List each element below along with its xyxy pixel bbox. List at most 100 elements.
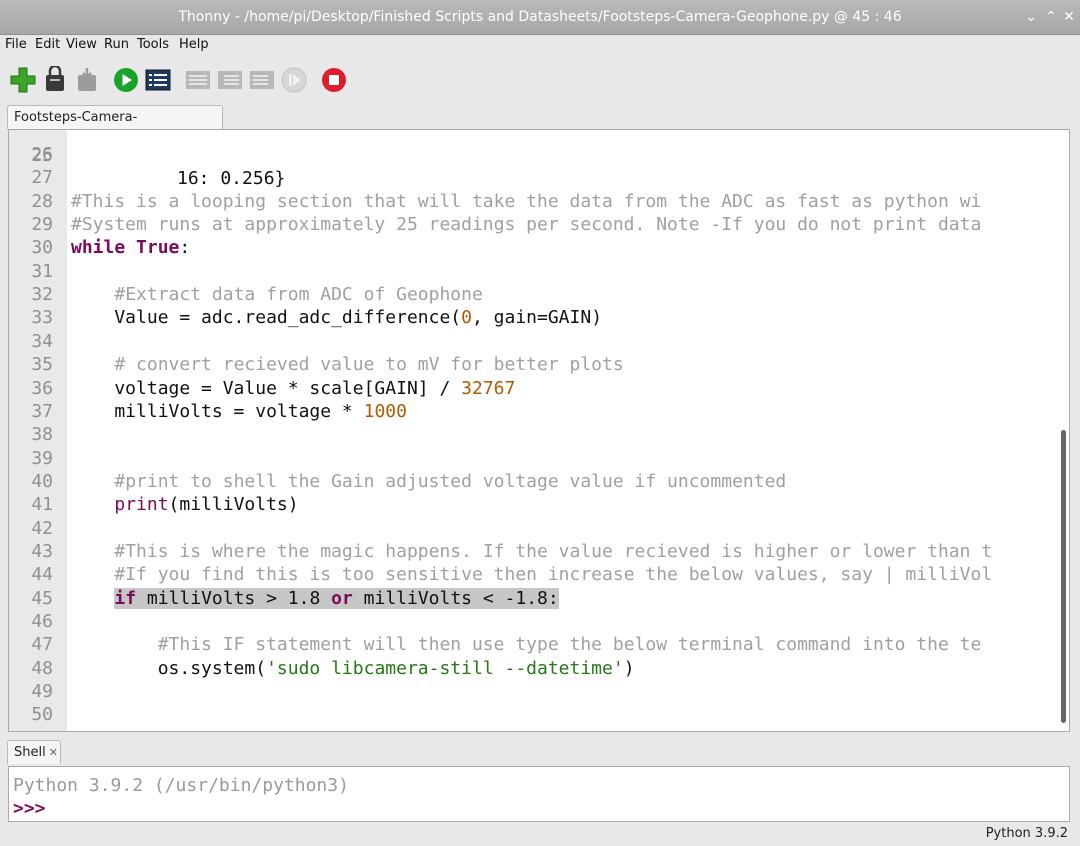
close-shell-tab-icon[interactable]: ✕ — [49, 746, 58, 759]
tab-editor-file[interactable]: Footsteps-Camera-Geophone.py✕ — [7, 105, 223, 149]
code-token: milliVolts < -1.8: — [352, 587, 559, 609]
minimize-icon[interactable]: ⌄ — [1020, 0, 1042, 34]
line-number: 42 — [31, 517, 53, 539]
title-bar: Thonny - /home/pi/Desktop/Finished Scrip… — [0, 0, 1080, 35]
line-code: 16: 0.256} — [177, 168, 286, 189]
line-code: if milliVolts > 1.8 or milliVolts < -1.8… — [71, 587, 559, 610]
step-out-icon[interactable] — [248, 66, 276, 94]
shell-banner: Python 3.9.2 (/usr/bin/python3) — [13, 775, 349, 796]
interpreter-indicator[interactable]: Python 3.9.2 — [986, 826, 1068, 841]
line-number: 45 — [31, 587, 53, 609]
menu-file[interactable]: File — [5, 36, 27, 54]
line-number: 30 — [31, 237, 53, 259]
line-number: 34 — [31, 330, 53, 352]
new-icon[interactable] — [9, 66, 37, 94]
code-token: milliVolts = voltage * — [71, 400, 364, 422]
line-code: #This IF statement will then use type th… — [71, 633, 982, 656]
code-token: 'sudo libcamera-still --datetime' — [266, 657, 624, 679]
shell-scrollbar[interactable] — [1059, 769, 1067, 819]
code-token: #print to shell the Gain adjusted voltag… — [114, 470, 787, 492]
shell-tab-label: Shell — [14, 745, 46, 760]
shell-prompt: >>> — [13, 798, 46, 819]
code-token: os.system( — [71, 657, 267, 679]
line-code: #System runs at approximately 25 reading… — [71, 213, 981, 236]
line-number: 36 — [31, 377, 53, 399]
line-number: 40 — [31, 470, 53, 492]
close-window-icon[interactable]: ✕ — [1058, 0, 1080, 34]
line-number: 37 — [31, 400, 53, 422]
code-token: #This is a looping section that will tak… — [71, 190, 982, 212]
window-title: Thonny - /home/pi/Desktop/Finished Scrip… — [178, 9, 902, 25]
step-into-icon[interactable] — [216, 66, 244, 94]
load-icon[interactable] — [41, 66, 69, 94]
resume-icon[interactable] — [280, 66, 308, 94]
line-number: 43 — [31, 540, 53, 562]
line-code: Value = adc.read_adc_difference(0, gain=… — [71, 306, 602, 329]
shell-console[interactable]: Python 3.9.2 (/usr/bin/python3) >>> — [8, 766, 1070, 822]
menu-view[interactable]: View — [66, 36, 97, 54]
code-token: or — [331, 587, 353, 609]
line-code: while True: — [71, 236, 190, 259]
save-icon[interactable] — [73, 66, 101, 94]
line-number: 31 — [31, 260, 53, 282]
line-code: #Extract data from ADC of Geophone — [71, 283, 483, 306]
code-token: #If you find this is too sensitive then … — [114, 564, 993, 586]
code-token: # convert recieved value to mV for bette… — [114, 354, 624, 376]
line-number: 28 — [31, 190, 53, 212]
line-code: # convert recieved value to mV for bette… — [71, 353, 624, 376]
line-code: #print to shell the Gain adjusted voltag… — [71, 470, 786, 493]
menu-help[interactable]: Help — [179, 36, 209, 54]
line-number: 47 — [31, 634, 53, 656]
line-number: 41 — [31, 494, 53, 516]
line-number: 27 — [31, 167, 53, 189]
line-number: 38 — [31, 424, 53, 446]
line-number: 48 — [31, 657, 53, 679]
code-token: voltage = Value * scale[GAIN] / — [71, 377, 462, 399]
line-number: 39 — [31, 447, 53, 469]
code-token: (milliVolts) — [168, 494, 299, 516]
editor-scrollbar-thumb[interactable] — [1061, 430, 1066, 723]
code-token: Value = adc.read_adc_difference( — [71, 307, 462, 329]
line-number: 26 — [31, 144, 53, 165]
code-editor[interactable]: 25 16: 0.256} 26 27 28 #This is a looping s… — [8, 129, 1070, 732]
code-token: #This is where the magic happens. If the… — [114, 540, 993, 562]
code-token: if — [114, 587, 137, 609]
line-code: print(milliVolts) — [71, 493, 299, 516]
debug-icon[interactable] — [144, 66, 172, 94]
line-code: milliVolts = voltage * 1000 — [71, 400, 407, 423]
line-code: #This is a looping section that will tak… — [71, 190, 981, 213]
menu-run[interactable]: Run — [104, 36, 129, 54]
line-number: 33 — [31, 307, 53, 329]
menu-edit[interactable]: Edit — [35, 36, 60, 54]
line-number: 35 — [31, 354, 53, 376]
code-token: 0 — [461, 307, 472, 329]
run-icon[interactable] — [112, 66, 140, 94]
code-token: : — [179, 237, 191, 259]
code-token: , gain=GAIN) — [471, 307, 603, 329]
code-token: ) — [623, 657, 635, 679]
code-token: milliVolts > 1.8 — [136, 587, 332, 609]
line-number: 32 — [31, 284, 53, 306]
line-number: 46 — [31, 611, 53, 632]
code-token: 32767 — [461, 377, 516, 399]
line-code: #This is where the magic happens. If the… — [71, 540, 992, 563]
status-bar: Python 3.9.2 — [0, 824, 1080, 846]
line-code: #If you find this is too sensitive then … — [71, 563, 992, 586]
menu-bar: File Edit View Run Tools Help — [0, 35, 1080, 55]
step-over-icon[interactable] — [184, 66, 212, 94]
code-token: #Extract data from ADC of Geophone — [114, 284, 483, 306]
code-token: print — [114, 494, 169, 516]
line-number: 44 — [31, 564, 53, 586]
code-line-partial: 25 16: 0.256} — [9, 130, 285, 189]
stop-icon[interactable] — [320, 66, 348, 94]
line-number: 50 — [31, 704, 53, 726]
line-code: os.system('sudo libcamera-still --dateti… — [71, 657, 635, 680]
menu-tools[interactable]: Tools — [137, 36, 169, 54]
tab-shell[interactable]: Shell ✕ — [7, 740, 61, 764]
